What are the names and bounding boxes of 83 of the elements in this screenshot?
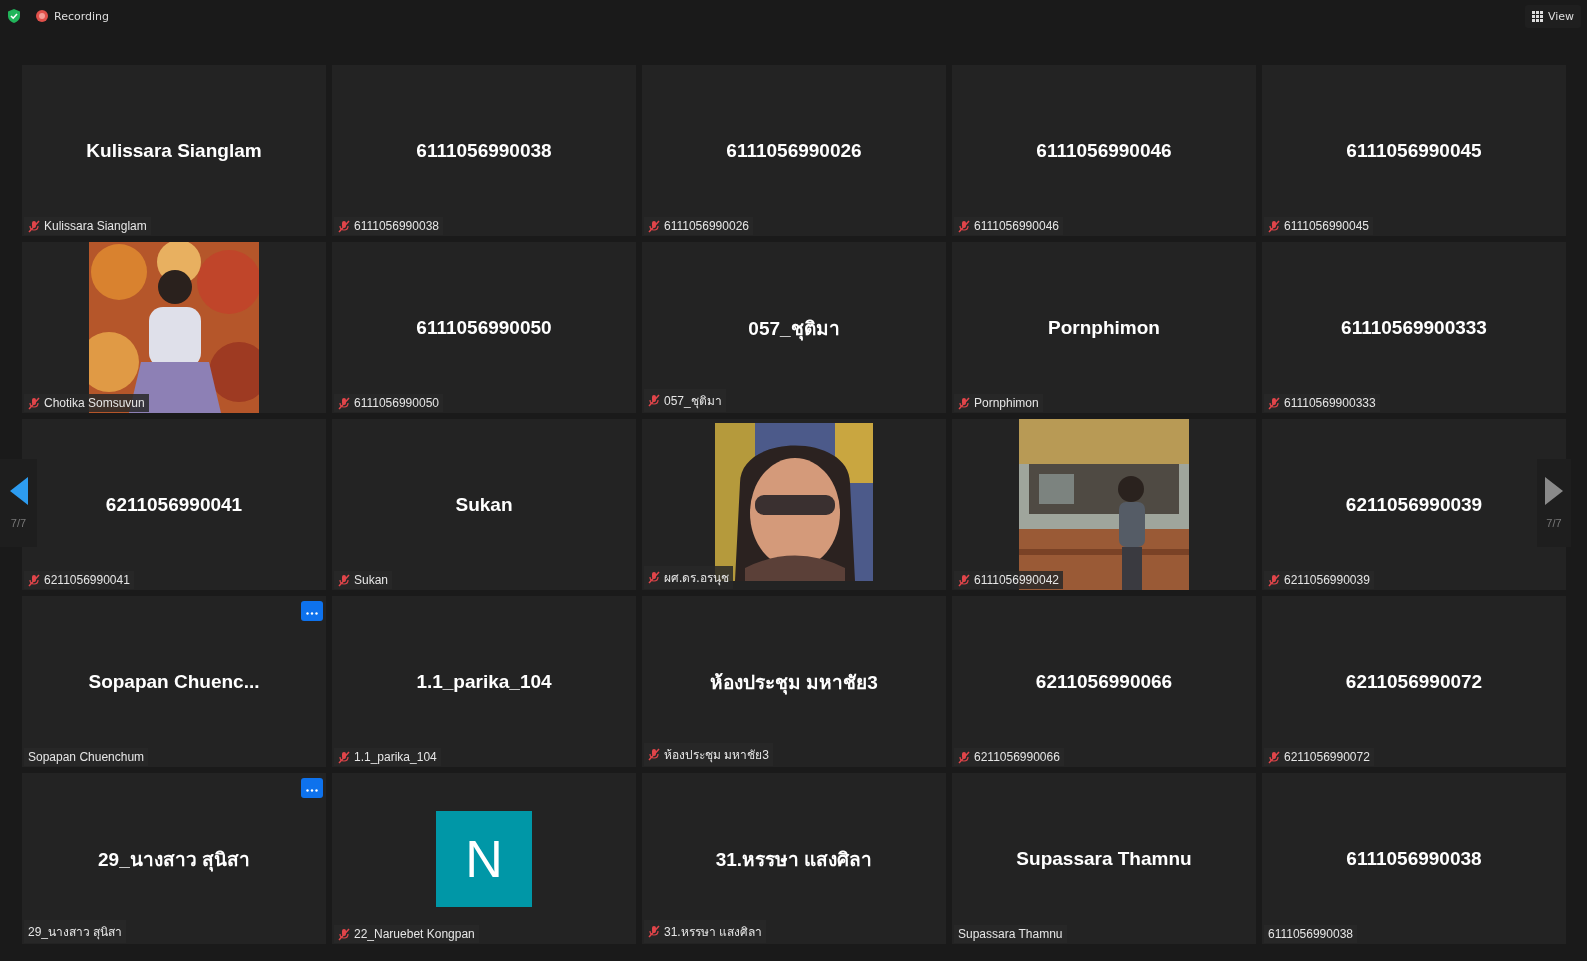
muted-mic-icon (648, 748, 660, 761)
participant-name: 6211056990072 (1345, 670, 1483, 693)
ellipsis-icon (306, 789, 318, 792)
participant-name: 6111056990038 (1346, 847, 1482, 870)
muted-mic-icon (958, 396, 970, 410)
next-page-button[interactable]: 7/7 (1537, 459, 1571, 547)
grid-icon (1531, 10, 1543, 22)
muted-mic-icon (338, 750, 350, 764)
participant-label: Chotika Somsuvun (44, 396, 145, 410)
muted-mic-icon (1268, 573, 1280, 587)
participant-name: Pornphimon (1048, 316, 1160, 339)
participant-label: 31.หรรษา แสงศิลา (664, 924, 762, 941)
muted-mic-icon (28, 219, 40, 233)
participant-label: 6111056990045 (1284, 219, 1369, 233)
participant-label: Sukan (354, 573, 389, 587)
previous-page-button[interactable]: 7/7 (0, 459, 37, 547)
participant-name: Sukan (455, 493, 513, 516)
muted-mic-icon (648, 925, 660, 938)
participant-name: 6111056990046 (1036, 139, 1172, 162)
participant-label: 22_Naruebet Kongpan (354, 927, 475, 941)
participant-label: 6111056990038 (354, 219, 439, 233)
participant-label: 6211056990039 (1284, 573, 1370, 587)
muted-mic-icon (648, 571, 660, 584)
participant-label: Supassara Thamnu (958, 927, 1063, 941)
recording-label: Recording (54, 9, 110, 23)
participant-name: 6211056990066 (1035, 670, 1173, 693)
muted-mic-icon (1268, 750, 1280, 764)
muted-mic-icon (648, 219, 660, 233)
more-options-button[interactable] (301, 778, 323, 798)
muted-mic-icon (648, 394, 660, 407)
shield-icon[interactable] (6, 8, 22, 24)
participant-label: Kulissara Sianglam (44, 219, 147, 233)
participant-label: 6111056990026 (664, 219, 749, 233)
muted-mic-icon (958, 219, 970, 233)
participant-label: 6111056990046 (974, 219, 1059, 233)
muted-mic-icon (28, 396, 40, 410)
participant-label: 6211056990066 (974, 750, 1060, 764)
participant-label: ผศ.ดร.อรนุช (664, 570, 729, 587)
participant-label: 1.1_parika_104 (354, 750, 437, 764)
participant-name: ห้องประชุม มหาชัย3 (710, 670, 878, 697)
muted-mic-icon (958, 573, 970, 587)
participant-name: Sopapan Chuenc... (88, 670, 260, 693)
participant-name: 6111056990026 (726, 139, 862, 162)
participant-name: 29_นางสาว สุนิสา (98, 847, 250, 874)
participant-label: Sopapan Chuenchum (28, 750, 145, 764)
participant-label: Pornphimon (974, 396, 1039, 410)
page-indicator: 7/7 (10, 517, 27, 529)
participant-name: 6111056990050 (416, 316, 552, 339)
muted-mic-icon (338, 219, 350, 233)
participant-name: 6211056990041 (105, 493, 243, 516)
muted-mic-icon (338, 573, 350, 587)
participant-name: 31.หรรษา แสงศิลา (715, 847, 873, 872)
muted-mic-icon (1268, 219, 1280, 233)
participant-name: 6111056990038 (416, 139, 552, 162)
participant-label: 6211056990072 (1284, 750, 1370, 764)
recording-icon (36, 10, 48, 22)
muted-mic-icon (338, 927, 350, 941)
page-indicator: 7/7 (1546, 517, 1562, 529)
participant-label: 61110569900333 (1284, 396, 1376, 410)
view-button[interactable]: View (1524, 4, 1581, 28)
participant-name: Supassara Thamnu (1016, 847, 1192, 870)
participant-label: 6111056990050 (354, 396, 439, 410)
more-options-button[interactable] (301, 601, 323, 621)
left-arrow-icon (9, 477, 28, 505)
participant-label: 29_นางสาว สุนิสา (28, 924, 123, 941)
participant-name: 057_ชุติมา (748, 316, 840, 343)
avatar-initial: N (436, 810, 532, 907)
participant-label: 6111056990042 (974, 573, 1059, 587)
muted-mic-icon (958, 750, 970, 764)
participant-name: 1.1_parika_104 (416, 670, 552, 693)
ellipsis-icon (306, 612, 318, 615)
participant-name: 61110569900333 (1341, 316, 1487, 339)
muted-mic-icon (28, 573, 40, 587)
participant-name: 6111056990045 (1346, 139, 1482, 162)
right-arrow-icon (1545, 477, 1563, 505)
participant-label: 057_ชุติมา (664, 393, 722, 410)
participant-name: 6211056990039 (1345, 493, 1483, 516)
participant-label: ห้องประชุม มหาชัย3 (664, 747, 769, 764)
participant-label: 6211056990041 (44, 573, 130, 587)
participant-name: Kulissara Sianglam (86, 139, 262, 162)
muted-mic-icon (338, 396, 350, 410)
muted-mic-icon (1268, 396, 1280, 410)
participant-label: 6111056990038 (1268, 927, 1353, 941)
